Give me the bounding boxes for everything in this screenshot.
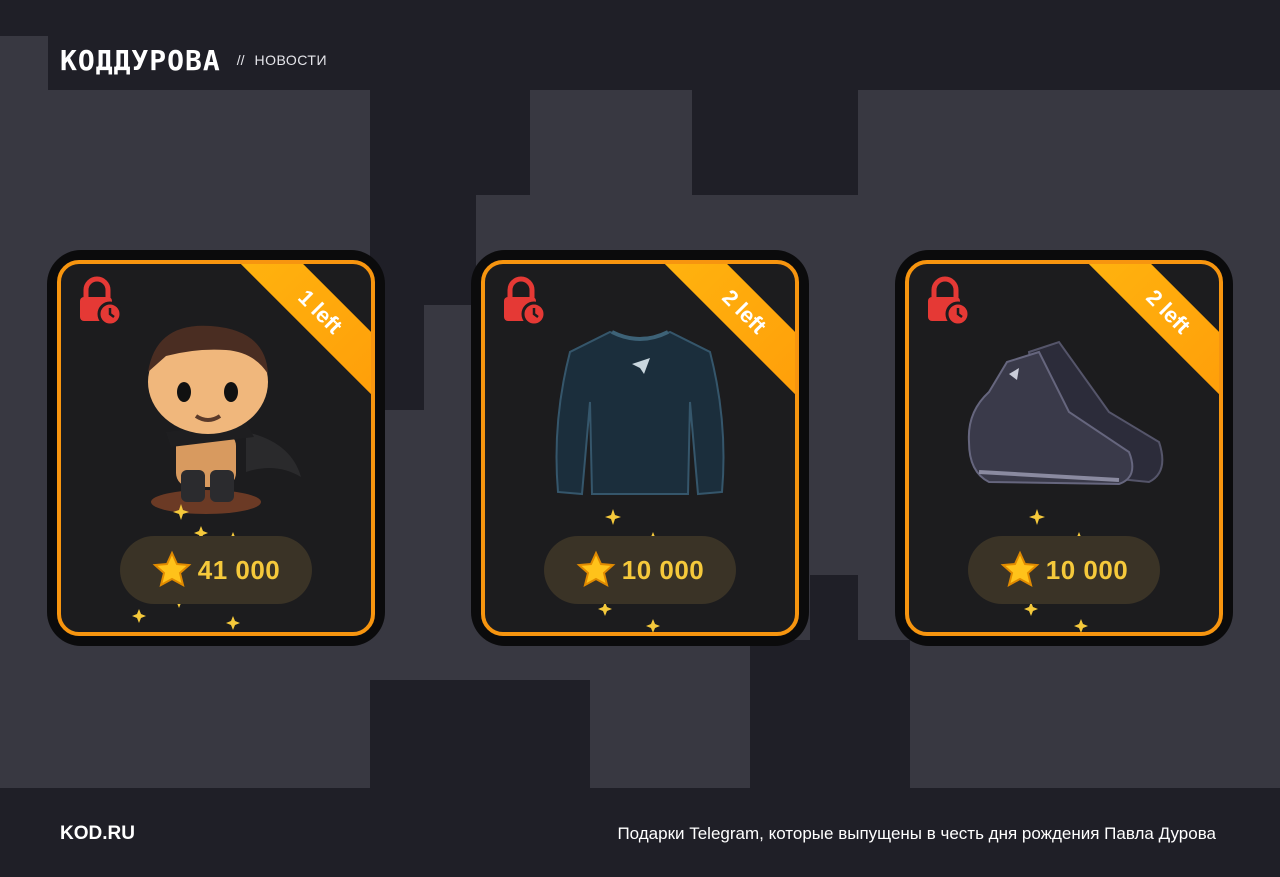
price-badge[interactable]: 41 000 [120,536,312,604]
gift-card-frame: 2 left 10 000 [905,260,1223,636]
star-icon [1000,550,1040,587]
gift-card[interactable]: 1 left 41 000 [47,250,385,646]
gift-card-frame: 2 left 10 000 [481,260,799,636]
footer-caption: Подарки Telegram, которые выпущены в чес… [617,824,1216,843]
gift-card[interactable]: 2 left 10 000 [895,250,1233,646]
site-link[interactable]: KOD.RU [60,823,135,845]
gift-card[interactable]: 2 left 10 000 [471,250,809,646]
durov-figure-icon [148,325,301,514]
star-icon [152,550,192,587]
lock-clock-icon [80,276,121,326]
price-value: 10 000 [1045,554,1129,585]
star-icon [576,550,616,587]
header: КОДДУРОВА // НОВОСТИ [60,40,327,80]
price-value: 41 000 [197,554,281,585]
price-badge[interactable]: 10 000 [968,536,1160,604]
telegram-shirt-icon [555,330,725,496]
site-logo[interactable]: КОДДУРОВА [60,44,221,77]
gift-card-frame: 1 left 41 000 [57,260,375,636]
price-badge[interactable]: 10 000 [544,536,736,604]
breadcrumb-separator: // [236,52,245,68]
section-label[interactable]: НОВОСТИ [255,52,328,68]
sneakers-icon [967,340,1164,486]
price-value: 10 000 [621,554,705,585]
lock-clock-icon [504,276,545,326]
footer: KOD.RU Подарки Telegram, которые выпущен… [0,788,1280,877]
